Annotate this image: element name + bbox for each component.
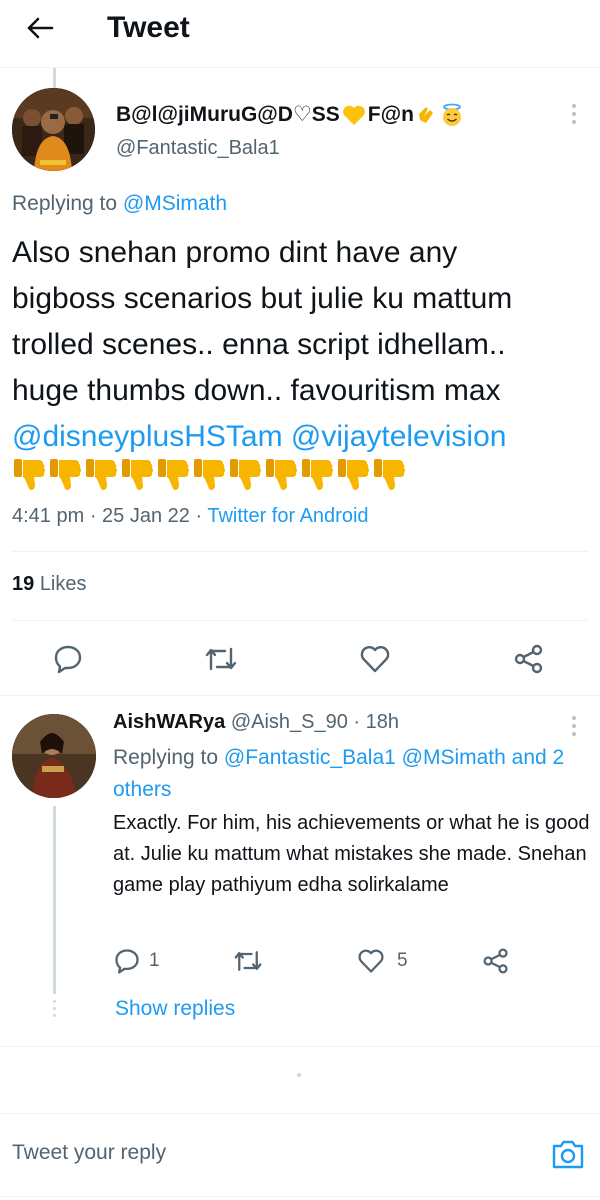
divider — [0, 695, 600, 696]
replying-prefix: Replying to — [12, 192, 118, 215]
tweet-line: trolled scenes.. enna script idhellam.. — [12, 328, 506, 361]
reply-like-button[interactable]: 5 — [357, 947, 408, 975]
thumbs-down-icon — [86, 459, 117, 490]
share-icon — [514, 644, 543, 674]
display-name[interactable]: B@l@jiMuruG@D♡SS F@n — [116, 102, 464, 127]
retweet-icon — [234, 951, 262, 971]
divider — [12, 620, 588, 621]
thumbs-down-icon — [158, 459, 189, 490]
tweet-meta: 4:41 pm · 25 Jan 22 · Twitter for Androi… — [12, 505, 369, 528]
retweet-button[interactable] — [203, 643, 239, 675]
avatar[interactable] — [12, 88, 95, 171]
reply-icon — [115, 949, 139, 974]
reply-time: 18h — [365, 711, 400, 733]
thumbs-down-icon — [50, 459, 81, 490]
replying-prefix: Replying to — [113, 746, 219, 769]
thumbs-down-emoji-row — [12, 455, 407, 495]
tweet-line: huge thumbs down.. favouritism max — [12, 374, 501, 407]
reply-like-count: 5 — [397, 950, 408, 971]
handle[interactable]: @Fantastic_Bala1 — [116, 137, 280, 160]
thread-dots — [53, 1000, 56, 1022]
reply-share-button[interactable] — [482, 947, 510, 975]
tweet-date: 25 Jan 22 — [102, 505, 190, 527]
mention-link[interactable]: @disneyplusHSTam — [12, 420, 283, 453]
reply-count: 1 — [149, 950, 160, 971]
thumbs-down-icon — [194, 459, 225, 490]
thumbs-down-icon — [374, 459, 405, 490]
reply-handle[interactable]: @Aish_S_90 — [231, 711, 348, 733]
thumbs-down-icon — [230, 459, 261, 490]
thumbs-down-icon — [338, 459, 369, 490]
page-title: Tweet — [107, 11, 190, 44]
reply-replying-to: Replying to @Fantastic_Bala1 @MSimath an… — [113, 742, 593, 806]
thread-line — [53, 806, 56, 994]
reply-display-name[interactable]: AishWARya — [113, 711, 225, 733]
back-arrow-icon — [27, 17, 54, 39]
divider — [0, 1196, 600, 1197]
meta-separator: · — [353, 711, 361, 733]
top-bar — [0, 0, 600, 68]
divider — [0, 1046, 600, 1047]
mention-link[interactable]: @vijaytelevision — [291, 420, 507, 453]
likes-label: Likes — [39, 573, 87, 595]
reply-icon — [54, 645, 82, 674]
thumbs-down-icon — [122, 459, 153, 490]
likes-summary[interactable]: 19 Likes — [12, 573, 87, 596]
display-name-text: B@l@jiMuruG@D♡SS — [116, 103, 340, 126]
display-name-suffix: F@n — [367, 102, 414, 126]
reply-avatar-photo — [12, 714, 96, 798]
back-button[interactable] — [18, 10, 62, 46]
retweet-icon — [205, 647, 237, 671]
likes-count: 19 — [12, 573, 35, 595]
reply-text: Exactly. For him, his achievements or wh… — [113, 812, 590, 896]
halo-smile-icon — [442, 103, 461, 126]
camera-button[interactable] — [550, 1136, 586, 1172]
replying-to: Replying to @MSimath — [12, 192, 227, 216]
share-button[interactable] — [513, 643, 545, 675]
reply-more-options-icon[interactable] — [562, 714, 586, 738]
show-replies-link[interactable]: Show replies — [115, 997, 235, 1021]
tweet-text: Also snehan promo dint have any bigboss … — [12, 230, 592, 460]
divider — [12, 551, 588, 552]
reply-input[interactable]: Tweet your reply — [12, 1141, 166, 1165]
share-icon — [483, 948, 508, 974]
meta-separator: · — [89, 505, 103, 527]
tweet-time: 4:41 pm — [12, 505, 85, 527]
loading-dot — [297, 1073, 301, 1077]
like-button[interactable] — [359, 643, 391, 675]
reply-header: AishWARya @Aish_S_90 · 18h — [113, 711, 399, 734]
reply-avatar[interactable] — [12, 714, 96, 798]
replying-to-link[interactable]: @MSimath — [123, 192, 227, 215]
avatar-photo — [12, 88, 95, 171]
heart-icon — [360, 646, 390, 673]
heart-icon — [358, 949, 384, 973]
tweet-line: Also snehan promo dint have any — [12, 236, 458, 269]
tweet-mentions: @disneyplusHSTam @vijaytelevision — [12, 414, 592, 460]
thread-line — [53, 68, 56, 90]
meta-separator: · — [195, 505, 208, 527]
thumbs-down-icon — [14, 459, 45, 490]
yellow-heart-icon — [342, 105, 365, 125]
reply-retweet-button[interactable] — [232, 947, 264, 975]
tweet-line: bigboss scenarios but julie ku mattum — [12, 282, 513, 315]
reply-reply-button[interactable]: 1 — [113, 947, 160, 975]
reply-button[interactable] — [52, 643, 84, 675]
more-options-icon[interactable] — [562, 102, 586, 126]
tweet-source[interactable]: Twitter for Android — [207, 505, 368, 527]
thumbs-down-icon — [266, 459, 297, 490]
hands-icon — [418, 106, 433, 123]
camera-icon — [552, 1140, 584, 1169]
thumbs-down-icon — [302, 459, 333, 490]
